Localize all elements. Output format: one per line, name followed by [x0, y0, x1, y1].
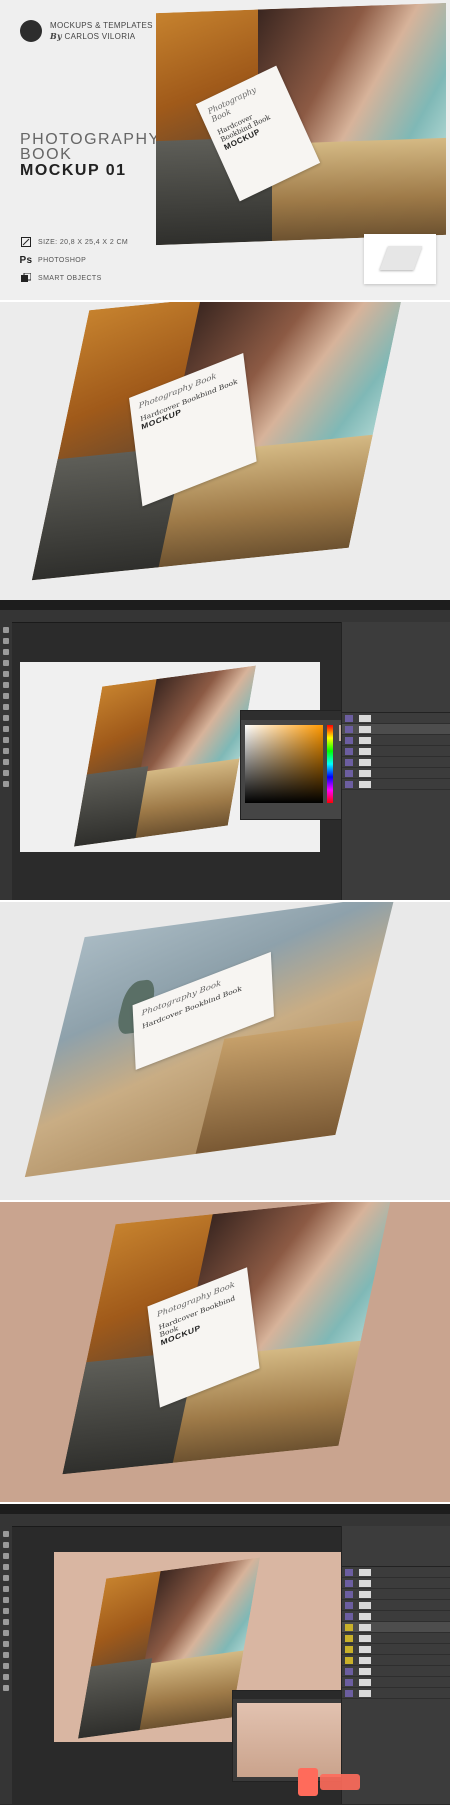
- book-cover-stone: Photography Book Hardcover Bookbind Book…: [62, 1202, 392, 1475]
- beach-book-panel: Photography Book Hardcover Bookbind Book: [0, 902, 450, 1200]
- color-field[interactable]: [245, 725, 323, 803]
- menu-bar: [0, 600, 450, 610]
- label-bold-2: MOCKUP: [140, 407, 182, 432]
- layers-panel-2: [341, 1526, 450, 1804]
- photoshop-icon: Ps: [19, 254, 33, 266]
- brand-line1: MOCKUPS & TEMPLATES: [50, 20, 153, 30]
- tool-bar-2: [0, 1526, 12, 1804]
- brand-text: MOCKUPS & TEMPLATES By CARLOS VILORIA: [50, 21, 153, 42]
- tool-bar: [0, 622, 12, 900]
- spec-size: SIZE: 20,8 X 25,4 X 2 CM: [20, 236, 128, 248]
- photoshop-layers-panel: [0, 1504, 450, 1805]
- spec-smart-objects-label: SMART OBJECTS: [38, 274, 102, 282]
- book-cover-hero: Photography Book Hardcover Bookbind Book…: [156, 2, 446, 246]
- book-closeup-panel: Photography Book Hardcover Bookbind Book…: [0, 302, 450, 600]
- photoshop-color-panel: [0, 600, 450, 900]
- menu-bar-2: [0, 1504, 450, 1514]
- thumbnail-preview: [364, 234, 436, 284]
- avatar: [20, 20, 42, 42]
- book-cover-closeup: Photography Book Hardcover Bookbind Book…: [31, 302, 407, 581]
- brand-line2: CARLOS VILORIA: [64, 31, 136, 41]
- watermark-logo: [298, 1768, 362, 1796]
- canvas-book: [74, 665, 256, 847]
- book-cover-beach: Photography Book Hardcover Bookbind Book: [24, 902, 396, 1178]
- stone-background-panel: Photography Book Hardcover Bookbind Book…: [0, 1202, 450, 1502]
- title-line3: MOCKUP 01: [20, 162, 127, 179]
- hue-slider[interactable]: [327, 725, 333, 803]
- title-line1: PHOTOGRAPHY: [20, 131, 161, 148]
- spec-photoshop-label: PHOTOSHOP: [38, 256, 87, 264]
- title-line2: BOOK: [20, 146, 73, 163]
- smart-objects-icon: [20, 272, 32, 284]
- resize-icon: [20, 236, 32, 248]
- spec-smart-objects: SMART OBJECTS: [20, 272, 102, 284]
- spec-photoshop: Ps PHOTOSHOP: [19, 254, 87, 266]
- spec-size-label: SIZE: 20,8 X 25,4 X 2 CM: [38, 238, 129, 246]
- hero-panel: MOCKUPS & TEMPLATES By CARLOS VILORIA PH…: [0, 0, 450, 300]
- brand: MOCKUPS & TEMPLATES By CARLOS VILORIA: [20, 20, 153, 42]
- brand-by: By: [50, 30, 63, 41]
- layers-panel: [341, 622, 450, 900]
